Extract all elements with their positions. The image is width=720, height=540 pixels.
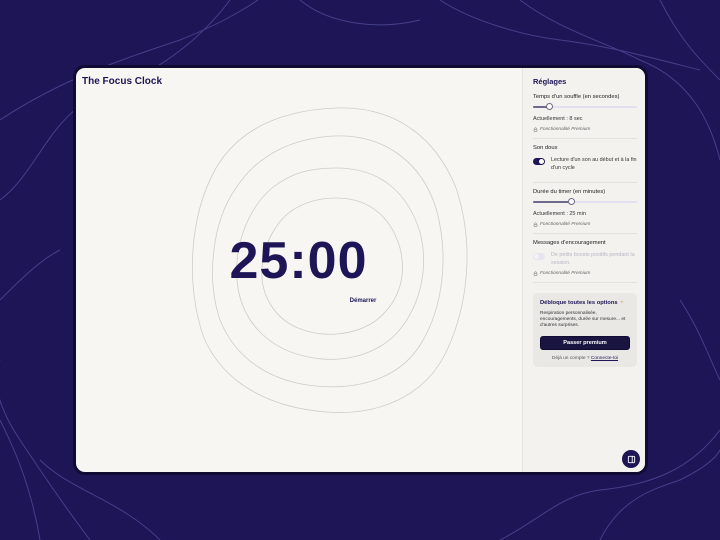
sidebar-toggle-button[interactable] [622, 450, 640, 468]
upsell-text: Respiration personnalisée, encouragement… [540, 311, 626, 329]
breath-premium-note: Fonctionnalité Premium [533, 127, 637, 132]
settings-title: Réglages [533, 77, 567, 86]
login-prompt-text: Déjà un compte ? [551, 355, 590, 361]
lock-icon [533, 127, 538, 132]
slider-knob[interactable] [545, 103, 553, 110]
encouragement-description: De petits boosts positifs pendant la ses… [551, 252, 635, 266]
duration-current-value: Actuellement : 25 min [533, 211, 586, 217]
breath-slider[interactable] [533, 103, 637, 110]
premium-upsell-card: Débloque toutes les options ✦ Respiratio… [533, 293, 637, 367]
encouragement-premium-note: Fonctionnalité Premium [533, 271, 637, 276]
duration-premium-note: Fonctionnalité Premium [533, 222, 637, 227]
premium-note-text: Fonctionnalité Premium [540, 222, 591, 227]
app-screen: The Focus Clock 25:00 Démarrer Réglages … [76, 68, 645, 472]
sparkle-icon: ✦ [619, 300, 625, 306]
settings-sidebar: Réglages Temps d'un souffle (en secondes… [522, 68, 645, 472]
sound-setting: Son doux Lecture d'un son au début et à … [533, 145, 637, 183]
login-prompt: Déjà un compte ? Connecte-toi [540, 356, 630, 361]
duration-setting: Durée du timer (en minutes) Actuellement… [533, 189, 637, 234]
encouragement-toggle[interactable] [533, 253, 545, 260]
app-title: The Focus Clock [82, 76, 163, 87]
login-link[interactable]: Connecte-toi [591, 356, 618, 361]
encouragement-label: Messages d'encouragement [533, 240, 606, 246]
duration-slider[interactable] [533, 198, 637, 205]
timer-display: 25:00 [229, 232, 368, 290]
sound-description: Lecture d'un son au début et à la fin d'… [551, 157, 637, 171]
premium-note-text: Fonctionnalité Premium [540, 127, 591, 132]
slider-fill [533, 201, 572, 203]
sound-toggle[interactable] [533, 158, 545, 165]
slider-knob[interactable] [568, 198, 576, 205]
go-premium-button[interactable]: Passer premium [540, 335, 630, 350]
start-button[interactable]: Démarrer [328, 298, 398, 304]
upsell-title-text: Débloque toutes les options [540, 300, 618, 306]
encouragement-setting: Messages d'encouragement De petits boost… [533, 240, 637, 283]
breath-label: Temps d'un souffle (en secondes) [533, 94, 620, 100]
premium-note-text: Fonctionnalité Premium [540, 271, 591, 276]
upsell-title: Débloque toutes les options ✦ [540, 300, 630, 306]
lock-icon [533, 271, 538, 276]
breath-current-value: Actuellement : 8 sec [533, 116, 583, 122]
sidebar-toggle-icon [627, 455, 635, 463]
lock-icon [533, 222, 538, 227]
duration-label: Durée du timer (en minutes) [533, 189, 606, 195]
tablet-frame: The Focus Clock 25:00 Démarrer Réglages … [73, 65, 648, 475]
sound-label: Son doux [533, 145, 558, 151]
breath-setting: Temps d'un souffle (en secondes) Actuell… [533, 94, 637, 139]
